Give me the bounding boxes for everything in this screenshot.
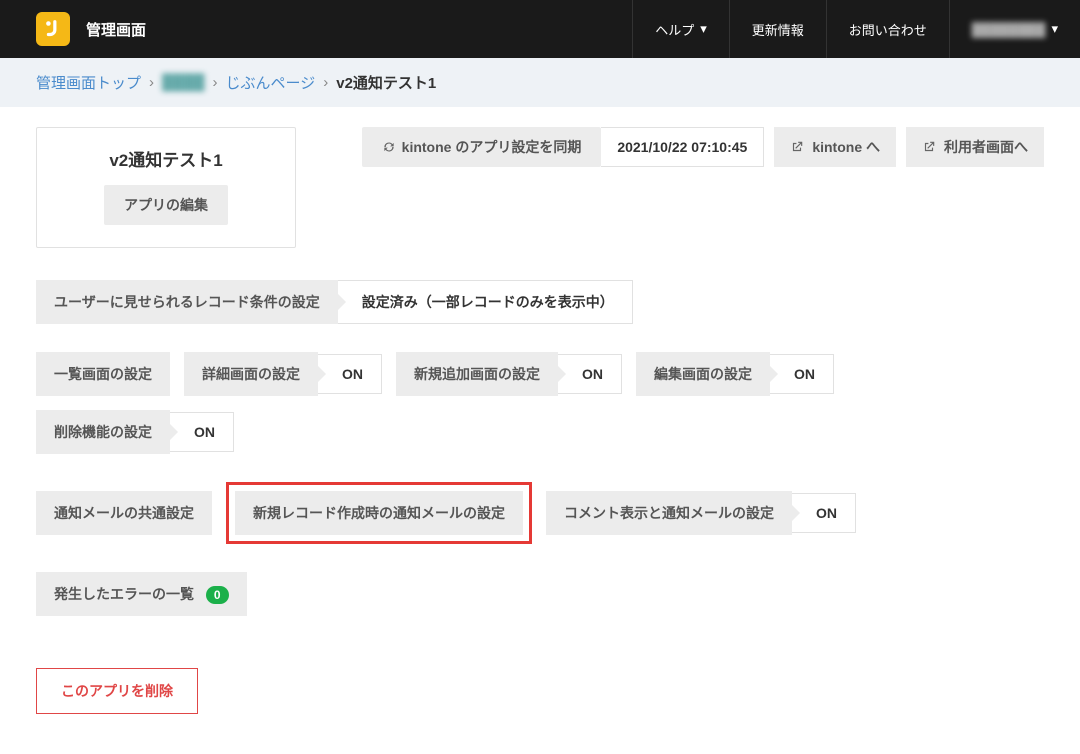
detail-screen-state: ON: [318, 354, 382, 394]
errors-button[interactable]: 発生したエラーの一覧 0: [36, 572, 247, 616]
user-name-redacted: ████████: [972, 22, 1046, 37]
edit-screen-button[interactable]: 編集画面の設定: [636, 352, 770, 396]
record-condition-pill: ユーザーに見せられるレコード条件の設定 設定済み（一部レコードのみを表示中）: [36, 280, 633, 324]
sync-kintone-button[interactable]: kintone のアプリ設定を同期: [362, 127, 602, 167]
external-link-icon: [790, 140, 804, 154]
delete-func-button[interactable]: 削除機能の設定: [36, 410, 170, 454]
mail-comment-state: ON: [792, 493, 856, 533]
breadcrumb-redacted[interactable]: ████: [162, 74, 205, 91]
edit-screen-pill: 編集画面の設定 ON: [636, 352, 834, 396]
nav-help-label: ヘルプ: [655, 20, 694, 39]
logo[interactable]: [36, 12, 70, 46]
content: v2通知テスト1 アプリの編集 kintone のアプリ設定を同期 2021/1…: [0, 107, 1080, 754]
errors-label: 発生したエラーの一覧: [54, 586, 194, 602]
setting-row-mail: 通知メールの共通設定 新規レコード作成時の通知メールの設定 コメント表示と通知メ…: [36, 482, 1044, 544]
app-title: v2通知テスト1: [67, 146, 265, 171]
list-screen-button[interactable]: 一覧画面の設定: [36, 352, 170, 396]
sync-icon: [382, 140, 396, 154]
sync-group: kintone のアプリ設定を同期 2021/10/22 07:10:45: [362, 127, 765, 167]
new-screen-pill: 新規追加画面の設定 ON: [396, 352, 622, 396]
delete-app-button[interactable]: このアプリを削除: [36, 668, 198, 714]
breadcrumb-current: v2通知テスト1: [336, 72, 436, 93]
mail-comment-pill: コメント表示と通知メールの設定 ON: [546, 491, 856, 535]
to-user-screen-button[interactable]: 利用者画面へ: [906, 127, 1044, 167]
mail-common-pill: 通知メールの共通設定: [36, 491, 212, 535]
errors-count-badge: 0: [206, 586, 229, 604]
edit-app-button[interactable]: アプリの編集: [104, 185, 228, 225]
setting-row-record-condition: ユーザーに見せられるレコード条件の設定 設定済み（一部レコードのみを表示中）: [36, 280, 1044, 324]
record-condition-state: 設定済み（一部レコードのみを表示中）: [338, 280, 633, 324]
edit-screen-state: ON: [770, 354, 834, 394]
errors-pill: 発生したエラーの一覧 0: [36, 572, 247, 616]
nav-user[interactable]: ████████ ▾: [949, 0, 1080, 58]
header: 管理画面 ヘルプ ▾ 更新情報 お問い合わせ ████████ ▾: [0, 0, 1080, 58]
top-actions: kintone のアプリ設定を同期 2021/10/22 07:10:45 ki…: [316, 127, 1044, 167]
sync-timestamp: 2021/10/22 07:10:45: [601, 127, 764, 167]
caret-down-icon: ▾: [700, 21, 707, 37]
app-card: v2通知テスト1 アプリの編集: [36, 127, 296, 248]
delete-func-state: ON: [170, 412, 234, 452]
external-link-icon: [922, 140, 936, 154]
logo-icon: [42, 18, 64, 40]
mail-new-record-highlight: 新規レコード作成時の通知メールの設定: [226, 482, 532, 544]
mail-common-button[interactable]: 通知メールの共通設定: [36, 491, 212, 535]
to-user-label: 利用者画面へ: [944, 137, 1028, 157]
new-screen-state: ON: [558, 354, 622, 394]
nav-updates[interactable]: 更新情報: [729, 0, 826, 58]
top-row: v2通知テスト1 アプリの編集 kintone のアプリ設定を同期 2021/1…: [36, 127, 1044, 248]
breadcrumb-top[interactable]: 管理画面トップ: [36, 72, 141, 93]
to-kintone-button[interactable]: kintone へ: [774, 127, 896, 167]
brand-title: 管理画面: [86, 19, 632, 40]
mail-comment-button[interactable]: コメント表示と通知メールの設定: [546, 491, 792, 535]
setting-row-errors: 発生したエラーの一覧 0: [36, 572, 1044, 616]
to-kintone-label: kintone へ: [812, 137, 880, 157]
caret-down-icon: ▾: [1051, 21, 1058, 37]
breadcrumb-sep: ›: [323, 74, 328, 91]
mail-new-record-button[interactable]: 新規レコード作成時の通知メールの設定: [235, 491, 523, 535]
breadcrumb-sep: ›: [149, 74, 154, 91]
record-condition-button[interactable]: ユーザーに見せられるレコード条件の設定: [36, 280, 338, 324]
nav-help[interactable]: ヘルプ ▾: [632, 0, 729, 58]
nav-right: ヘルプ ▾ 更新情報 お問い合わせ ████████ ▾: [632, 0, 1080, 58]
detail-screen-pill: 詳細画面の設定 ON: [184, 352, 382, 396]
list-screen-pill: 一覧画面の設定: [36, 352, 170, 396]
detail-screen-button[interactable]: 詳細画面の設定: [184, 352, 318, 396]
mail-new-record-pill: 新規レコード作成時の通知メールの設定: [235, 491, 523, 535]
breadcrumb-sep: ›: [213, 74, 218, 91]
nav-contact[interactable]: お問い合わせ: [826, 0, 949, 58]
setting-row-screens: 一覧画面の設定 詳細画面の設定 ON 新規追加画面の設定 ON 編集画面の設定 …: [36, 352, 1044, 454]
new-screen-button[interactable]: 新規追加画面の設定: [396, 352, 558, 396]
delete-func-pill: 削除機能の設定 ON: [36, 410, 234, 454]
breadcrumb-mypage[interactable]: じぶんページ: [226, 72, 316, 93]
breadcrumb: 管理画面トップ › ████ › じぶんページ › v2通知テスト1: [0, 58, 1080, 107]
sync-label: kintone のアプリ設定を同期: [402, 137, 582, 157]
